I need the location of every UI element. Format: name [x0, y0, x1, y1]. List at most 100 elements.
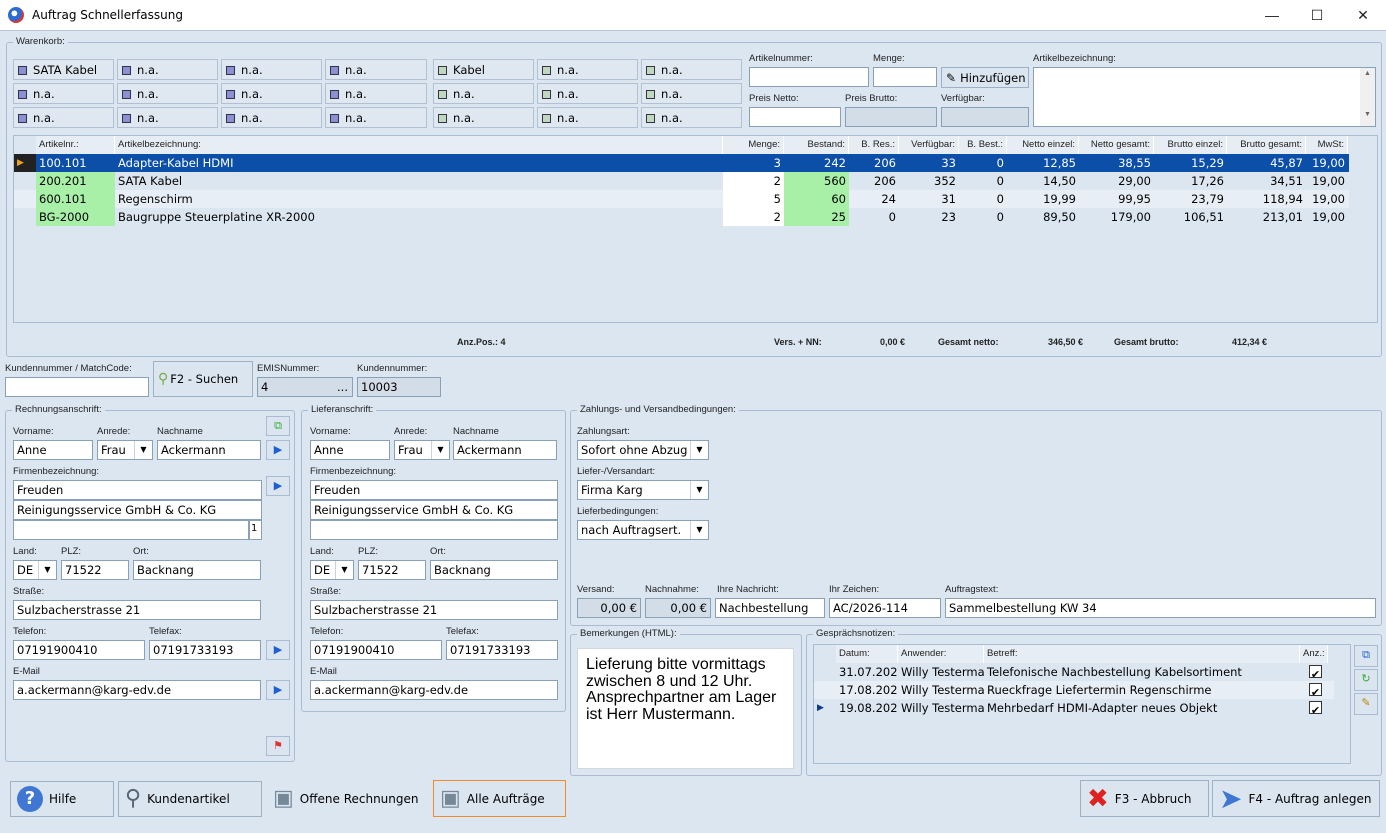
list-item[interactable]: 31.07.202 Willy Testerma Telefonische Nach… — [814, 663, 1334, 681]
notizen-column-header[interactable]: Betreff: — [984, 645, 1300, 663]
l-plz-input[interactable]: 71522 — [358, 560, 426, 580]
hinzufuegen-button[interactable]: ✎ Hinzufügen — [941, 67, 1029, 88]
table-row[interactable]: 200.201 SATA Kabel 2 560 206 352 0 14,50 29,00 17… — [14, 172, 1349, 190]
alle-auftraege-button[interactable]: ▣ Alle Aufträge — [433, 780, 566, 817]
grid-column-header[interactable]: Netto einzel: — [1007, 136, 1079, 154]
offene-rechnungen-button[interactable]: ▣ Offene Rechnungen — [266, 781, 428, 817]
nachricht-input[interactable]: Nachbestellung — [715, 598, 825, 618]
l-email-input[interactable]: a.ackermann@karg-edv.de — [310, 680, 558, 700]
warenkorb-quick-button[interactable]: n.a. — [641, 59, 742, 80]
warenkorb-quick-button[interactable]: n.a. — [641, 107, 742, 128]
warenkorb-quick-button[interactable]: n.a. — [221, 83, 322, 104]
warenkorb-quick-button[interactable]: n.a. — [221, 107, 322, 128]
notizen-column-header[interactable]: Datum: — [836, 645, 898, 663]
hilfe-button[interactable]: ? Hilfe — [10, 781, 114, 817]
warenkorb-quick-button[interactable]: n.a. — [117, 83, 218, 104]
list-item[interactable]: ▶ 19.08.202 Willy Testerma Mehrbedarf HDMI-… — [814, 699, 1334, 717]
table-row[interactable]: 600.101 Regenschirm 5 60 24 31 0 19,99 99,95 23,7… — [14, 190, 1349, 208]
checkbox[interactable]: ✔ — [1309, 665, 1322, 678]
l-anrede-select[interactable]: Frau ▼ — [394, 440, 450, 460]
warenkorb-quick-button[interactable]: n.a. — [13, 83, 114, 104]
zahlungsart-select[interactable]: Sofort ohne Abzug ▼ — [577, 440, 709, 460]
auftrag-anlegen-button[interactable]: ➤ F4 - Auftrag anlegen — [1212, 780, 1380, 817]
suchen-button[interactable]: ⚲ F2 - Suchen — [153, 361, 253, 397]
r-firma-arrow-button[interactable]: ▶ — [266, 476, 290, 496]
grid-column-header[interactable]: B. Res.: — [849, 136, 899, 154]
nachnahme-field[interactable]: 0,00 € — [645, 598, 711, 618]
warenkorb-quick-button[interactable]: SATA Kabel — [13, 59, 114, 80]
warenkorb-quick-button[interactable]: n.a. — [433, 107, 534, 128]
notizen-list[interactable]: Datum: Anwender: Betreff: Anz.: 31.07.202 Wi… — [813, 644, 1351, 764]
notizen-column-header[interactable]: Anz.: — [1300, 645, 1328, 663]
r-land-select[interactable]: DE ▼ — [13, 560, 57, 580]
r-email-input[interactable]: a.ackermann@karg-edv.de — [13, 680, 261, 700]
table-row[interactable]: BG-2000 Baugruppe Steuerplatine XR-2000 2 2… — [14, 208, 1349, 226]
r-name-arrow-button[interactable]: ▶ — [266, 440, 290, 460]
grid-column-header[interactable]: Artikelbezeichnung: — [115, 136, 723, 154]
warenkorb-quick-button[interactable]: n.a. — [325, 83, 427, 104]
grid-column-header[interactable]: MwSt: — [1306, 136, 1348, 154]
versandart-select[interactable]: Firma Karg ▼ — [577, 480, 709, 500]
l-vorname-input[interactable]: Anne — [310, 440, 390, 460]
grid-column-header[interactable]: Verfügbar: — [899, 136, 959, 154]
r-anrede-select[interactable]: Frau ▼ — [97, 440, 153, 460]
r-strasse-input[interactable]: Sulzbacherstrasse 21 — [13, 600, 261, 620]
r-firma3-input[interactable] — [13, 520, 249, 540]
l-nachname-input[interactable]: Ackermann — [453, 440, 557, 460]
warenkorb-quick-button[interactable]: n.a. — [537, 107, 638, 128]
artikelbezeichnung-input[interactable] — [1033, 67, 1376, 127]
l-telefon-input[interactable]: 07191900410 — [310, 640, 442, 660]
r-email-arrow-button[interactable]: ▶ — [266, 680, 290, 700]
l-land-select[interactable]: DE ▼ — [310, 560, 354, 580]
grid-column-header[interactable]: Brutto gesamt: — [1227, 136, 1306, 154]
auftragstext-input[interactable]: Sammelbestellung KW 34 — [945, 598, 1376, 618]
edit-note-icon[interactable]: ✎ — [1354, 693, 1378, 715]
grid-column-header[interactable]: Menge: — [723, 136, 784, 154]
refresh-note-icon[interactable]: ↻ — [1354, 669, 1378, 691]
abbruch-button[interactable]: ✖ F3 - Abbruch — [1080, 780, 1209, 817]
r-firma-count[interactable]: 1 — [249, 520, 262, 540]
zeichen-input[interactable]: AC/2026-114 — [829, 598, 941, 618]
close-icon[interactable]: ✕ — [1340, 0, 1386, 31]
warenkorb-quick-button[interactable]: Kabel — [433, 59, 534, 80]
l-ort-input[interactable]: Backnang — [430, 560, 558, 580]
r-telefax-input[interactable]: 07191733193 — [149, 640, 261, 660]
minimize-icon[interactable]: — — [1249, 0, 1295, 31]
preis-netto-input[interactable] — [749, 107, 841, 127]
r-phone-arrow-button[interactable]: ▶ — [266, 640, 290, 660]
warenkorb-quick-button[interactable]: n.a. — [13, 107, 114, 128]
warenkorb-quick-button[interactable]: n.a. — [433, 83, 534, 104]
l-strasse-input[interactable]: Sulzbacherstrasse 21 — [310, 600, 558, 620]
menge-input[interactable] — [873, 67, 937, 87]
r-firma1-input[interactable]: Freuden — [13, 480, 262, 500]
scrollbar[interactable]: ▲ ▼ — [1360, 68, 1375, 126]
warenkorb-quick-button[interactable]: n.a. — [117, 59, 218, 80]
warenkorb-quick-button[interactable]: n.a. — [641, 83, 742, 104]
table-row[interactable]: ▶ 100.101 Adapter-Kabel HDMI 3 242 206 33 0 12,8… — [14, 154, 1349, 172]
l-telefax-input[interactable]: 07191733193 — [446, 640, 558, 660]
copy-note-icon[interactable]: ⧉ — [1354, 645, 1378, 667]
warenkorb-quick-button[interactable]: n.a. — [325, 107, 427, 128]
r-vorname-input[interactable]: Anne — [13, 440, 93, 460]
warenkorb-quick-button[interactable]: n.a. — [537, 83, 638, 104]
notizen-column-header[interactable]: Anwender: — [898, 645, 984, 663]
grid-column-header[interactable]: Netto gesamt: — [1079, 136, 1154, 154]
lieferbed-select[interactable]: nach Auftragsert. ▼ — [577, 520, 709, 540]
checkbox[interactable]: ✔ — [1309, 701, 1322, 714]
article-grid[interactable]: Artikelnr.: Artikelbezeichnung: Menge: Best… — [13, 135, 1378, 323]
copy-address-button[interactable]: ⧉ — [266, 416, 290, 436]
emis-more-button[interactable]: ... — [337, 380, 348, 394]
grid-column-header[interactable]: B. Best.: — [959, 136, 1007, 154]
grid-column-header[interactable]: Bestand: — [784, 136, 849, 154]
warenkorb-quick-button[interactable]: n.a. — [221, 59, 322, 80]
grid-column-header[interactable]: Artikelnr.: — [36, 136, 115, 154]
r-ort-input[interactable]: Backnang — [133, 560, 261, 580]
warenkorb-quick-button[interactable]: n.a. — [117, 107, 218, 128]
r-nachname-input[interactable]: Ackermann — [157, 440, 261, 460]
note-pin-icon[interactable]: ⚑ — [266, 736, 290, 756]
checkbox[interactable]: ✔ — [1309, 683, 1322, 696]
l-firma1-input[interactable]: Freuden — [310, 480, 558, 500]
maximize-icon[interactable]: ☐ — [1294, 0, 1340, 31]
artikelnummer-input[interactable] — [749, 67, 869, 87]
l-firma3-input[interactable] — [310, 520, 558, 540]
